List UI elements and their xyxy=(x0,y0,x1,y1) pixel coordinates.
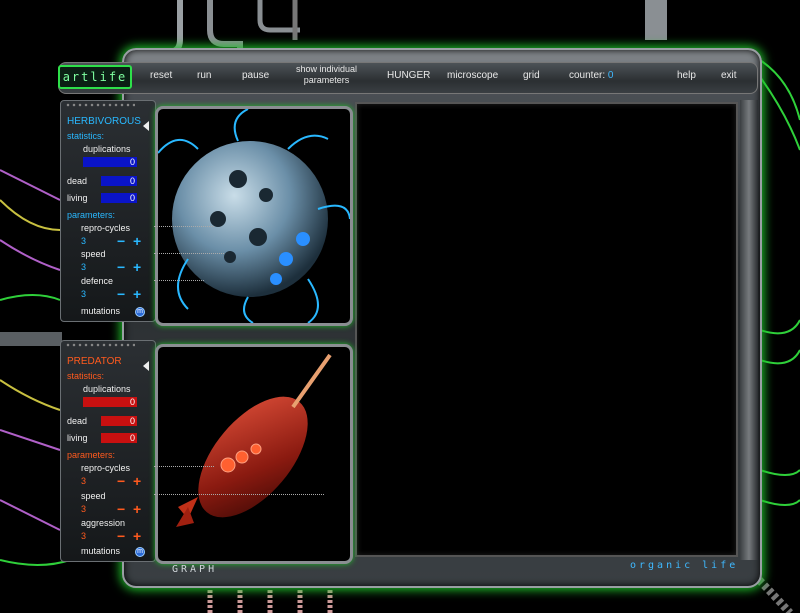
connector-line xyxy=(154,494,324,495)
herbivorous-defence-value: 3 xyxy=(81,289,87,299)
herbivorous-speed-label: speed xyxy=(81,249,106,259)
herbivorous-dead-value: 0 xyxy=(101,176,137,186)
predator-repro-value: 3 xyxy=(81,476,87,486)
microscope-button[interactable]: microscope xyxy=(447,70,498,81)
connector-line xyxy=(154,226,214,227)
simulation-screen[interactable] xyxy=(355,102,738,557)
counter-label: counter: xyxy=(569,70,606,81)
predator-speed-value: 3 xyxy=(81,504,87,514)
predator-duplications-label: duplications xyxy=(83,384,131,394)
collapse-arrow-icon[interactable] xyxy=(143,121,149,131)
herbivorous-living-value: 0 xyxy=(101,193,137,203)
herbivorous-living-label: living xyxy=(67,193,88,203)
grid-button[interactable]: grid xyxy=(523,70,540,81)
herbivorous-repro-label: repro-cycles xyxy=(81,223,131,233)
run-button[interactable]: run xyxy=(197,70,211,81)
predator-speed-label: speed xyxy=(81,491,106,501)
predator-dead-value: 0 xyxy=(101,416,137,426)
predator-viewer xyxy=(155,344,353,564)
herbivorous-repro-plus[interactable]: + xyxy=(133,234,141,248)
herbivorous-duplications-label: duplications xyxy=(83,144,131,154)
predator-statistics-label: statistics: xyxy=(67,371,105,381)
herbivore-viewer xyxy=(155,106,353,326)
predator-repro-label: repro-cycles xyxy=(81,463,131,473)
panel-grip xyxy=(65,103,135,107)
herbivorous-defence-label: defence xyxy=(81,276,114,286)
artlife-logo: artlife xyxy=(58,65,132,89)
herbivorous-mutations-label: mutations xyxy=(81,306,121,316)
predator-parameters-label: parameters: xyxy=(67,450,116,460)
predator-mutations-icon[interactable]: m xyxy=(135,547,145,557)
herbivorous-duplications-value: 0 xyxy=(83,157,137,167)
predator-living-label: living xyxy=(67,433,88,443)
right-rail xyxy=(740,100,758,560)
help-button[interactable]: help xyxy=(677,70,696,81)
herbivorous-repro-value: 3 xyxy=(81,236,87,246)
herbivorous-mutations-icon[interactable]: m xyxy=(135,307,145,317)
predator-mutations-label: mutations xyxy=(81,546,121,556)
organic-life-label: organic life xyxy=(630,560,739,571)
predator-title: PREDATOR xyxy=(67,356,122,367)
herbivorous-defence-plus[interactable]: + xyxy=(133,287,141,301)
herbivorous-parameters-label: parameters: xyxy=(67,210,116,220)
predator-aggression-minus[interactable]: − xyxy=(117,529,125,543)
exit-button[interactable]: exit xyxy=(721,70,737,81)
graph-button[interactable]: GRAPH xyxy=(172,564,217,575)
show-individual-line2: parameters xyxy=(303,75,350,85)
predator-aggression-plus[interactable]: + xyxy=(133,529,141,543)
herbivorous-speed-plus[interactable]: + xyxy=(133,260,141,274)
herbivorous-defence-minus[interactable]: − xyxy=(117,287,125,301)
show-individual-line1: show individual xyxy=(296,64,358,74)
predator-living-value: 0 xyxy=(101,433,137,443)
pause-button[interactable]: pause xyxy=(242,70,269,81)
herbivorous-dead-label: dead xyxy=(67,176,88,186)
show-individual-parameters-button[interactable]: show individual parameters xyxy=(296,64,357,86)
predator-creature-icon xyxy=(176,353,332,527)
counter-display: counter: 0 xyxy=(569,70,613,81)
hunger-button[interactable]: HUNGER xyxy=(387,70,430,81)
predator-aggression-value: 3 xyxy=(81,531,87,541)
predator-aggression-label: aggression xyxy=(81,518,126,528)
herbivorous-speed-minus[interactable]: − xyxy=(117,260,125,274)
predator-speed-plus[interactable]: + xyxy=(133,502,141,516)
herbivorous-repro-minus[interactable]: − xyxy=(117,234,125,248)
predator-duplications-value: 0 xyxy=(83,397,137,407)
predator-repro-minus[interactable]: − xyxy=(117,474,125,488)
counter-value: 0 xyxy=(607,70,614,81)
connector-line xyxy=(154,466,214,467)
predator-speed-minus[interactable]: − xyxy=(117,502,125,516)
panel-grip xyxy=(65,343,135,347)
herbivorous-statistics-label: statistics: xyxy=(67,131,105,141)
herbivorous-panel: HERBIVOROUS statistics: duplications 0 d… xyxy=(60,100,156,322)
reset-button[interactable]: reset xyxy=(150,70,172,81)
herbivore-creature-icon xyxy=(157,108,351,324)
predator-repro-plus[interactable]: + xyxy=(133,474,141,488)
connector-line xyxy=(154,253,224,254)
herbivorous-title: HERBIVOROUS xyxy=(67,116,141,127)
herbivorous-speed-value: 3 xyxy=(81,262,87,272)
collapse-arrow-icon[interactable] xyxy=(143,361,149,371)
connector-line xyxy=(154,280,204,281)
predator-panel: PREDATOR statistics: duplications 0 dead… xyxy=(60,340,156,562)
predator-dead-label: dead xyxy=(67,416,88,426)
